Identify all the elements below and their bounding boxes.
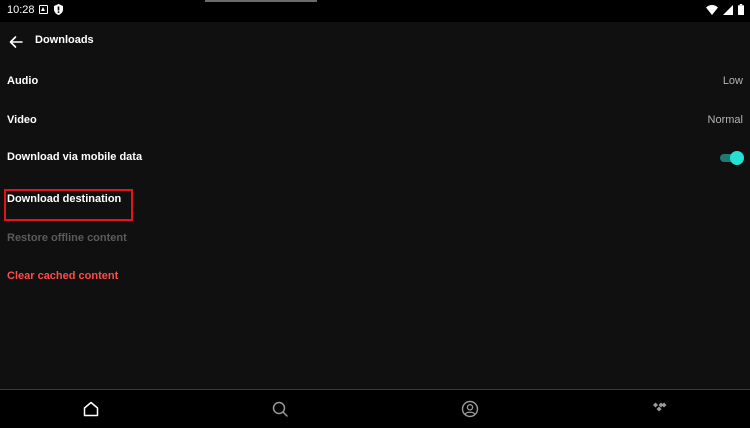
setting-video-value: Normal bbox=[707, 114, 743, 126]
setting-video-label: Video bbox=[7, 114, 37, 126]
setting-restore-offline: Restore offline content bbox=[0, 224, 750, 254]
status-bar: 10:28 bbox=[0, 0, 750, 22]
status-notch-line bbox=[205, 0, 317, 2]
mobile-data-toggle[interactable] bbox=[718, 151, 744, 165]
arrow-left-icon[interactable] bbox=[7, 33, 25, 51]
toggle-thumb bbox=[730, 151, 744, 165]
status-time: 10:28 bbox=[7, 4, 35, 16]
top-app-bar: Downloads bbox=[0, 22, 750, 62]
bottom-navigation bbox=[0, 390, 750, 428]
battery-icon bbox=[738, 4, 744, 15]
shield-icon bbox=[54, 4, 63, 15]
setting-destination-label: Download destination bbox=[7, 193, 122, 205]
cellular-icon bbox=[723, 4, 733, 15]
setting-audio-quality[interactable]: Audio Low bbox=[0, 67, 750, 97]
app-a-icon bbox=[39, 5, 48, 14]
setting-audio-value: Low bbox=[722, 75, 743, 87]
search-icon[interactable] bbox=[271, 400, 289, 418]
status-right-icons bbox=[706, 4, 744, 15]
setting-clear-cache-label: Clear cached content bbox=[7, 270, 119, 282]
setting-mobile-data-label: Download via mobile data bbox=[7, 151, 143, 163]
wifi-icon bbox=[706, 4, 718, 15]
setting-restore-label: Restore offline content bbox=[7, 232, 127, 244]
setting-mobile-data[interactable]: Download via mobile data bbox=[0, 143, 750, 173]
setting-audio-label: Audio bbox=[7, 75, 39, 87]
setting-video-quality[interactable]: Video Normal bbox=[0, 106, 750, 136]
setting-clear-cache[interactable]: Clear cached content bbox=[0, 262, 750, 292]
profile-icon[interactable] bbox=[461, 400, 479, 418]
home-icon[interactable] bbox=[82, 400, 100, 418]
downloads-settings-screen: 10:28 Downloads Audio Low Video Normal D… bbox=[0, 0, 750, 428]
setting-download-destination[interactable]: Download destination bbox=[0, 185, 750, 215]
page-title: Downloads bbox=[35, 34, 94, 46]
tidal-logo-icon[interactable] bbox=[650, 400, 668, 418]
